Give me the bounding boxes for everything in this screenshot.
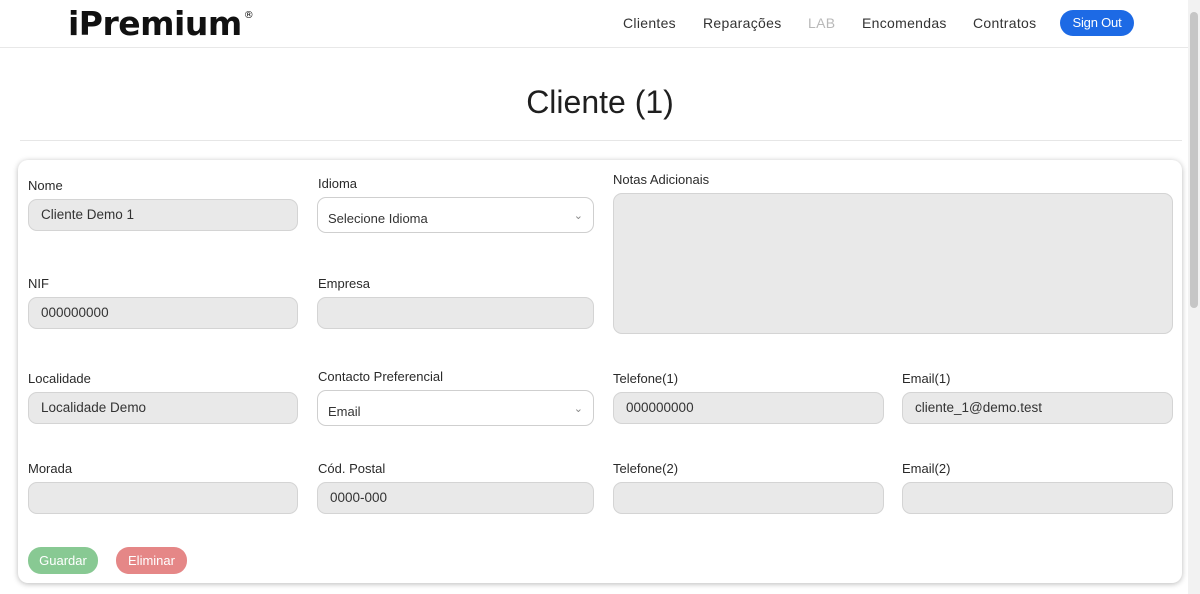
idioma-label: Idioma [318, 176, 358, 191]
empresa-input[interactable] [317, 297, 594, 329]
email2-label: Email(2) [902, 461, 951, 476]
nome-label: Nome [28, 178, 63, 193]
morada-label: Morada [28, 461, 73, 476]
morada-input[interactable] [28, 482, 298, 514]
postal-label: Cód. Postal [318, 461, 386, 476]
telefone1-input[interactable]: 000000000 [613, 392, 884, 424]
nome-input[interactable]: Cliente Demo 1 [28, 199, 298, 231]
nav-lab[interactable]: LAB [808, 15, 835, 31]
idioma-select-value: Selecione Idioma [328, 211, 428, 226]
delete-button[interactable]: Eliminar [116, 547, 187, 574]
page-title: Cliente (1) [526, 84, 674, 120]
contacto-select-value: Email [328, 404, 361, 419]
notas-label: Notas Adicionais [613, 172, 710, 187]
title-divider [20, 140, 1182, 141]
empresa-label: Empresa [318, 276, 371, 291]
chevron-down-icon: ⌄ [573, 403, 583, 415]
nav-reparacoes[interactable]: Reparações [703, 15, 782, 31]
email2-input[interactable] [902, 482, 1173, 514]
notas-textarea[interactable] [613, 193, 1173, 334]
nav-clientes[interactable]: Clientes [623, 15, 676, 31]
email1-label: Email(1) [902, 371, 951, 386]
top-navbar: iPremium ® Clientes Reparações LAB Encome… [0, 0, 1188, 48]
nif-input[interactable]: 000000000 [28, 297, 298, 329]
chevron-down-icon: ⌄ [573, 210, 583, 222]
scrollbar-thumb[interactable] [1190, 12, 1198, 308]
idioma-select[interactable]: Selecione Idioma ⌄ [317, 197, 594, 233]
postal-input[interactable]: 0000-000 [317, 482, 594, 514]
brand-logo[interactable]: iPremium ® [68, 4, 254, 43]
email1-input[interactable]: cliente_1@demo.test [902, 392, 1173, 424]
telefone2-label: Telefone(2) [613, 461, 679, 476]
nav-encomendas[interactable]: Encomendas [862, 15, 947, 31]
telefone2-input[interactable] [613, 482, 884, 514]
sign-out-button[interactable]: Sign Out [1060, 10, 1134, 36]
localidade-input[interactable]: Localidade Demo [28, 392, 298, 424]
telefone1-label: Telefone(1) [613, 371, 679, 386]
contacto-select[interactable]: Email ⌄ [317, 390, 594, 426]
localidade-label: Localidade [28, 371, 91, 386]
nif-label: NIF [28, 276, 49, 291]
save-button[interactable]: Guardar [28, 547, 98, 574]
nav-contratos[interactable]: Contratos [973, 15, 1036, 31]
contacto-label: Contacto Preferencial [318, 369, 444, 384]
